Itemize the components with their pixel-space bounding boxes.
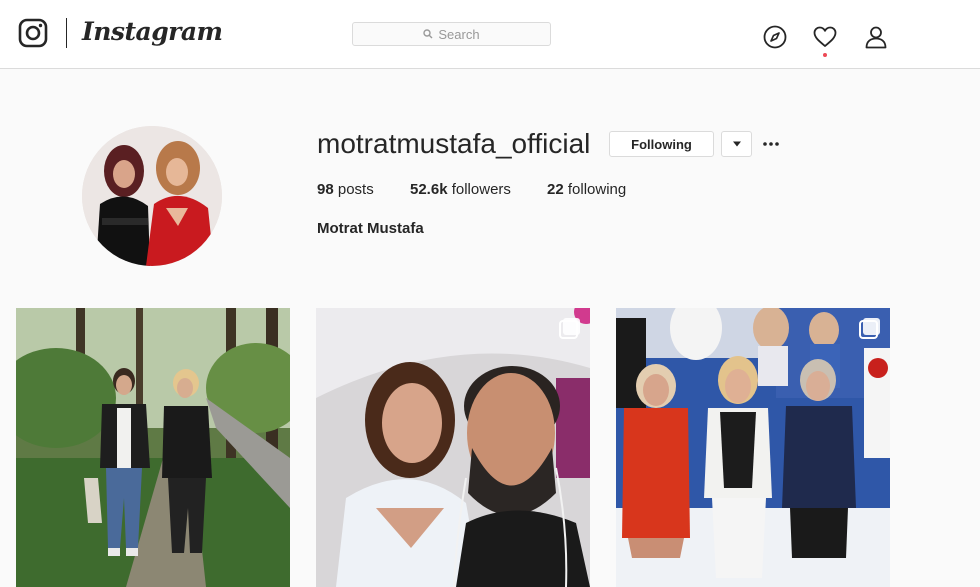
notification-dot [823,53,827,57]
profile-avatar[interactable] [82,126,222,266]
followers-count: 52.6k [410,181,448,198]
posts-label: posts [333,181,374,198]
profile-username: motratmustafa_official [317,128,591,159]
multiple-photos-icon [859,318,880,339]
post-thumbnail[interactable] [16,308,290,587]
followers-label: followers [447,181,511,198]
instagram-wordmark[interactable]: Instagram [82,17,223,46]
caret-down-icon [732,141,741,147]
following-button[interactable]: Following [609,131,714,157]
compass-icon[interactable] [762,24,788,50]
profile-full-name: Motrat Mustafa [317,220,424,237]
followers-stat[interactable]: 52.6k followers [410,181,511,198]
posts-stat: 98 posts [317,181,374,198]
search-input[interactable]: Search [352,22,551,46]
posts-count: 98 [317,181,334,198]
following-stat[interactable]: 22 following [547,181,626,198]
post-photo-airplane-selfie [316,308,590,587]
avatar-photo [82,126,222,266]
post-thumbnail[interactable] [316,308,590,587]
search-placeholder: Search [438,26,480,42]
instagram-camera-icon[interactable] [18,18,48,48]
following-label: following [563,181,627,198]
post-thumbnail[interactable] [616,308,890,587]
suggestions-dropdown-button[interactable] [721,131,752,157]
heart-icon[interactable] [812,24,838,50]
search-icon [423,29,433,39]
post-photo-forest [16,308,290,587]
post-photo-studio-audience [616,308,890,587]
logo-divider [66,18,67,48]
user-icon[interactable] [863,24,889,50]
more-options-icon[interactable] [760,136,782,152]
top-navigation-bar: Instagram Search [0,0,980,69]
multiple-photos-icon [559,318,580,339]
following-count: 22 [547,181,564,198]
